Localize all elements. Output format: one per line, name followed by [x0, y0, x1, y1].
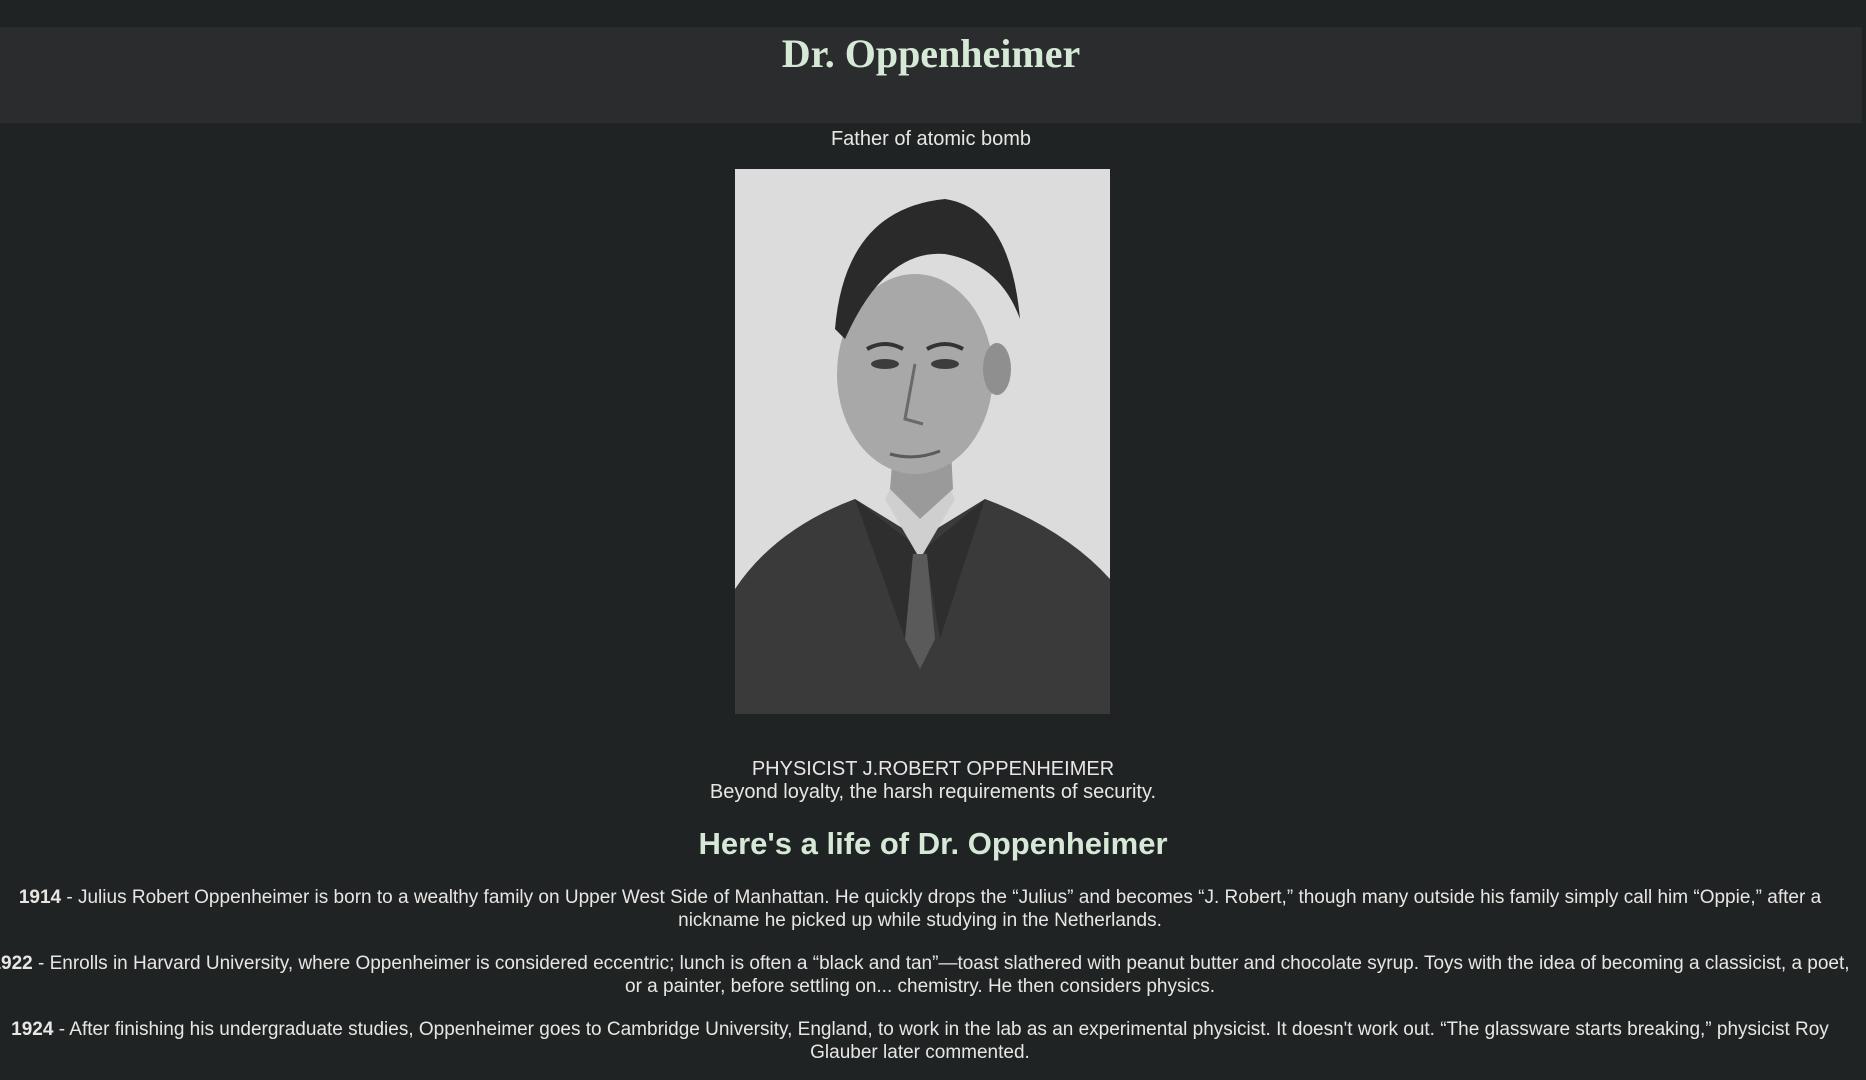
caption-title: PHYSICIST J.ROBERT OPPENHEIMER — [751, 758, 1115, 780]
page: Dr. Oppenheimer Father of atomic bomb PH… — [0, 0, 1866, 1080]
life-timeline: 1914 - Julius Robert Oppenheimer is born… — [0, 886, 1860, 1080]
portrait-illustration — [735, 169, 1110, 714]
timeline-text: - After finishing his undergraduate stud… — [53, 1019, 1829, 1063]
caption-subtitle: Beyond loyalty, the harsh requirements o… — [709, 781, 1157, 803]
page-subtitle: Father of atomic bomb — [830, 128, 1032, 150]
timeline-year: 1922 — [0, 953, 33, 974]
timeline-entry: 1924 - After finishing his undergraduate… — [0, 1018, 1860, 1064]
timeline-text: - Julius Robert Oppenheimer is born to a… — [61, 887, 1822, 931]
timeline-year: 1924 — [11, 1019, 54, 1040]
timeline-entry: 1922 - Enrolls in Harvard University, wh… — [0, 952, 1860, 998]
page-title: Dr. Oppenheimer — [781, 31, 1081, 76]
page-header: Dr. Oppenheimer Father of atomic bomb — [0, 27, 1862, 150]
timeline-text: - Enrolls in Harvard University, where O… — [32, 953, 1850, 997]
life-heading: Here's a life of Dr. Oppenheimer — [698, 826, 1168, 861]
timeline-entry: 1914 - Julius Robert Oppenheimer is born… — [0, 886, 1860, 932]
portrait-caption: PHYSICIST J.ROBERT OPPENHEIMER Beyond lo… — [0, 758, 1866, 804]
timeline-year: 1914 — [18, 887, 62, 908]
portrait-photo — [735, 169, 1110, 714]
